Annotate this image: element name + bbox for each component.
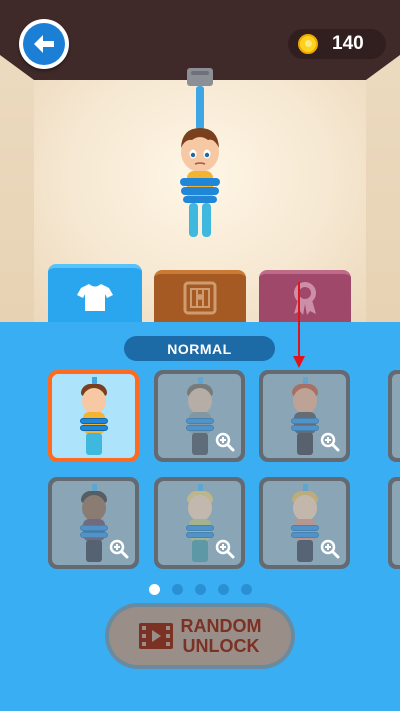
award-ribbon-icon	[294, 282, 316, 315]
character-slot-2[interactable]	[154, 370, 245, 462]
crate-icon	[183, 281, 217, 315]
character-slot-3[interactable]	[259, 370, 350, 462]
character-figure	[285, 377, 325, 458]
slot-preview	[52, 374, 135, 458]
slot-preview	[52, 481, 135, 565]
coin-count: 140	[332, 33, 364, 54]
annotation-arrow-shaft	[298, 282, 300, 360]
back-button-face	[23, 23, 65, 65]
zoom-in-icon	[109, 539, 129, 559]
character-slot-next[interactable]	[388, 477, 400, 569]
character-figure	[285, 484, 325, 565]
slot-preview	[263, 374, 346, 458]
slot-preview	[263, 481, 346, 565]
page-dot-1[interactable]	[148, 584, 160, 595]
film-reel-icon	[138, 623, 173, 649]
slot-preview	[158, 481, 241, 565]
annotation-arrow-head	[293, 356, 305, 368]
page-indicator	[0, 584, 400, 596]
character-slot-1[interactable]	[48, 370, 139, 462]
random-unlock-button[interactable]: RANDOM UNLOCK	[105, 603, 295, 669]
zoom-in-icon	[215, 432, 235, 452]
back-button[interactable]	[19, 19, 69, 69]
page-dot-4[interactable]	[217, 584, 229, 595]
character-figure	[74, 377, 114, 458]
slot-preview	[158, 374, 241, 458]
tab-awards[interactable]	[259, 270, 351, 322]
character-figure	[180, 377, 220, 458]
zoom-in-icon	[215, 539, 235, 559]
coin-counter: 140	[288, 29, 386, 59]
character-slot-4[interactable]	[48, 477, 139, 569]
section-label: NORMAL	[124, 336, 275, 361]
random-unlock-face: RANDOM UNLOCK	[109, 607, 291, 665]
character-slot-5[interactable]	[154, 477, 245, 569]
character-figure	[180, 484, 220, 565]
page-dot-5[interactable]	[240, 584, 252, 595]
ceiling-hook	[187, 68, 213, 86]
arrow-left-icon	[34, 35, 54, 53]
gold-coin-icon	[298, 34, 318, 54]
page-dot-2[interactable]	[171, 584, 183, 595]
shirt-icon	[77, 284, 113, 311]
zoom-in-icon	[320, 432, 340, 452]
character-figure	[74, 484, 114, 565]
character-slot-next[interactable]	[388, 370, 400, 462]
page-dot-3[interactable]	[194, 584, 206, 595]
tab-crates[interactable]	[154, 270, 246, 322]
character-slot-6[interactable]	[259, 477, 350, 569]
preview-character	[180, 128, 220, 237]
random-unlock-label: RANDOM UNLOCK	[180, 616, 262, 656]
zoom-in-icon	[320, 539, 340, 559]
tab-outfits[interactable]	[48, 264, 142, 326]
